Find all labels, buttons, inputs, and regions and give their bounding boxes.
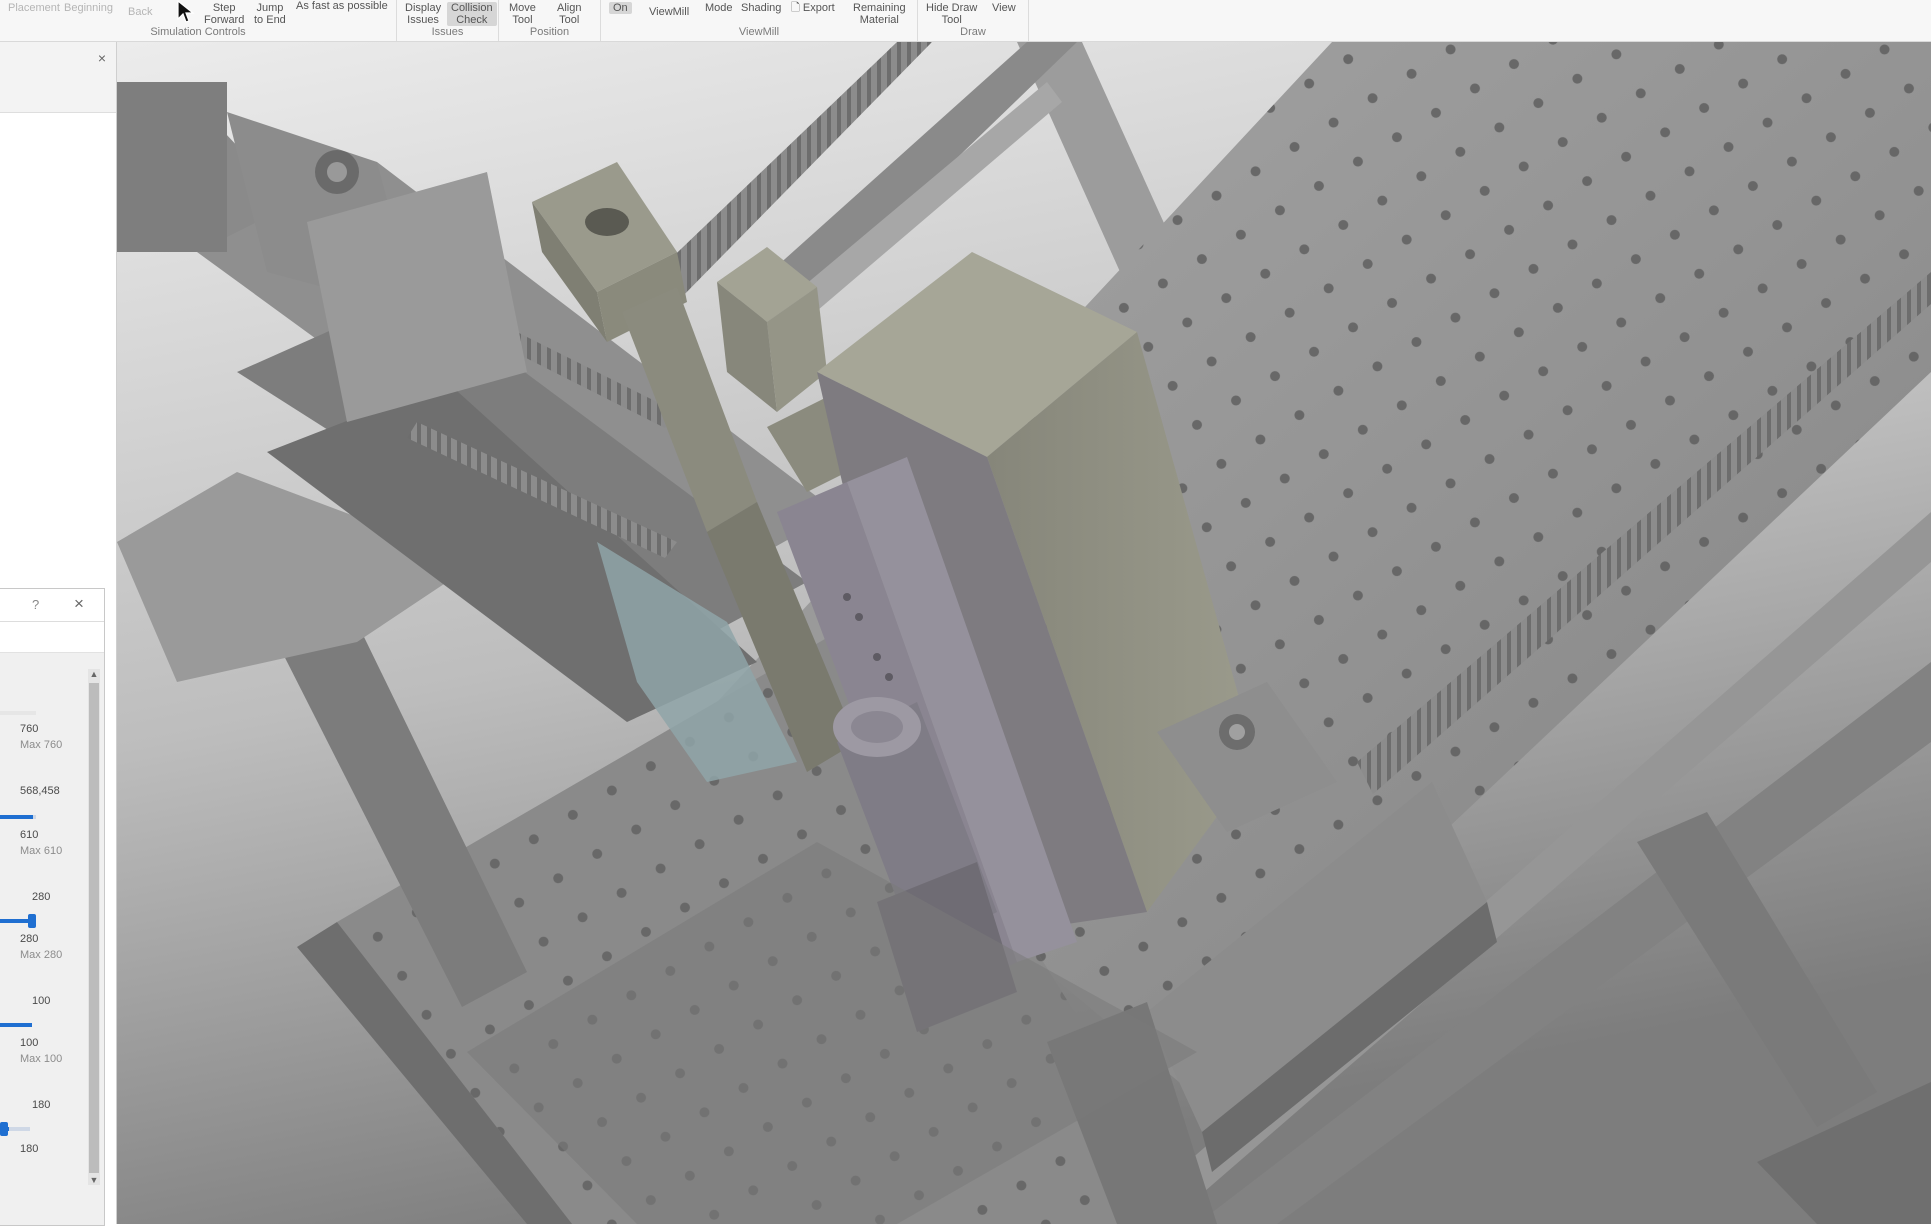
close-icon[interactable]: × (74, 594, 84, 614)
group-label-viewmill: ViewMill (738, 26, 780, 38)
axis-2-slider[interactable] (0, 815, 36, 819)
ribbon-toolbar: Placement Beginning Back Step Forward Jum… (0, 0, 1931, 42)
axis-2-current: 610 (20, 829, 39, 841)
side-panel-header: × (0, 42, 116, 113)
group-label-issues: Issues (431, 26, 464, 38)
axis-5-knob[interactable] (0, 1122, 8, 1136)
export-icon: 🗋 (791, 2, 800, 14)
as-fast-as-possible-button[interactable]: As fast as possible (296, 0, 388, 12)
help-icon[interactable]: ? (32, 597, 39, 612)
axis-3-max: Max 280 (20, 949, 63, 961)
axis-1-max: Max 760 (20, 739, 63, 751)
ribbon-group-position: Move Tool Align Tool Position (499, 0, 601, 41)
axis-2-max: Max 610 (20, 845, 63, 857)
axes-scrollbar[interactable]: ▲ ▼ (88, 669, 100, 1185)
machine-axes-dialog: ? × 760 Max 760 568,458 610 Max 610 280 … (0, 588, 105, 1226)
beginning-button[interactable]: Beginning (64, 2, 113, 14)
axis-5-value: 180 (32, 1099, 51, 1111)
dialog-subheader (0, 622, 104, 653)
axis-2-value: 568,458 (20, 785, 60, 797)
display-issues-button[interactable]: Display Issues (405, 2, 441, 26)
back-button[interactable]: Back (128, 6, 152, 18)
export-label: Export (802, 2, 835, 14)
scroll-down-icon[interactable]: ▼ (88, 1175, 100, 1185)
axis-4-slider[interactable] (0, 1023, 32, 1027)
axis-2-fill (0, 815, 34, 819)
step-forward-label: Step Forward (204, 2, 245, 26)
align-tool-button[interactable]: Align Tool (557, 2, 581, 26)
ribbon-group-draw: Hide Draw Tool View Draw (918, 0, 1029, 41)
axis-4-value: 100 (32, 995, 51, 1007)
close-icon[interactable]: × (98, 50, 106, 66)
axis-3-knob[interactable] (28, 914, 36, 928)
jump-to-end-button[interactable]: Jump to End (254, 2, 286, 26)
shading-button[interactable]: Shading (741, 2, 781, 14)
group-label-position: Position (529, 26, 570, 38)
mouse-pointer-icon (177, 0, 195, 23)
axis-3-current: 280 (20, 933, 39, 945)
export-button[interactable]: 🗋 Export (791, 2, 835, 14)
step-forward-button[interactable]: Step Forward (204, 2, 244, 26)
axis-1-slider[interactable] (0, 711, 36, 715)
collision-check-button[interactable]: Collision Check (447, 2, 497, 26)
axis-4-current: 100 (20, 1037, 39, 1049)
scroll-up-icon[interactable]: ▲ (88, 669, 100, 679)
axis-4-fill (0, 1023, 32, 1027)
jump-to-end-label: Jump to End (254, 2, 286, 26)
placement-button[interactable]: Placement (8, 2, 60, 14)
group-label-draw: Draw (960, 26, 986, 38)
mode-button[interactable]: Mode (705, 2, 733, 14)
dialog-title-bar: ? × (0, 589, 104, 622)
axis-3-value: 280 (32, 891, 51, 903)
axis-1-value: 760 (20, 723, 39, 735)
scrollbar-thumb[interactable] (89, 683, 99, 1173)
axis-4-max: Max 100 (20, 1053, 63, 1065)
ribbon-group-simulation-controls: Placement Beginning Back Step Forward Jum… (0, 0, 397, 41)
hide-draw-tool-button[interactable]: Hide Draw Tool (926, 2, 977, 26)
ribbon-group-issues: Display Issues Collision Check Issues (397, 0, 499, 41)
ribbon-group-viewmill: On ViewMill Mode Shading 🗋 Export Remain… (601, 0, 918, 41)
cnc-machine-render (117, 42, 1931, 1224)
remaining-material-button[interactable]: Remaining Material (853, 2, 906, 26)
viewmill-button[interactable]: ViewMill (649, 6, 689, 18)
axis-5-current: 180 (20, 1143, 39, 1155)
view-button[interactable]: View (992, 2, 1016, 14)
group-label-simulation-controls: Simulation Controls (150, 26, 246, 38)
machine-simulation-viewport[interactable] (117, 42, 1931, 1224)
move-tool-button[interactable]: Move Tool (509, 2, 536, 26)
viewmill-on-button[interactable]: On (609, 2, 632, 14)
